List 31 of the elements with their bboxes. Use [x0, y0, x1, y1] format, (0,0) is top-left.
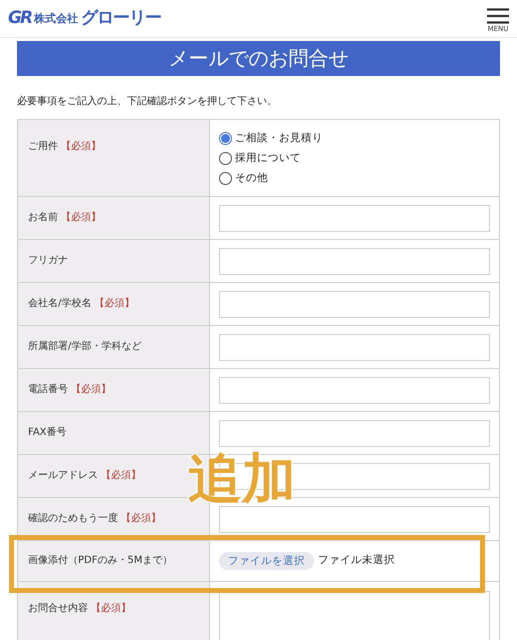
field-label: FAX番号 [28, 426, 67, 440]
radio-option[interactable]: ご相談・お見積り [219, 130, 323, 146]
input-field[interactable] [219, 248, 490, 274]
field-label: お問合せ内容 【必須】 [28, 603, 131, 614]
input-field[interactable] [219, 290, 490, 318]
field-label: お名前 【必須】 [28, 211, 101, 225]
input-field[interactable] [219, 334, 490, 360]
input-field[interactable] [219, 376, 490, 404]
company-prefix: 株式会社 [34, 13, 78, 24]
field-label: 確認のためもう一度 【必須】 [28, 512, 161, 526]
choose-file-button[interactable]: ファイルを選択 [219, 552, 314, 570]
field-label: メールアドレス 【必須】 [28, 469, 141, 483]
field-label: 所属部署/学部・学科など [28, 340, 142, 354]
textarea-field[interactable] [219, 591, 490, 640]
input-field[interactable] [219, 506, 490, 532]
radio-option[interactable]: その他 [219, 170, 268, 186]
field-label: 電話番号 【必須】 [28, 383, 111, 397]
instructions-text: 必要事項をご記入の上、下記確認ボタンを押して下さい。 [17, 95, 278, 109]
menu-icon [487, 8, 509, 24]
field-label: ご用件 【必須】 [28, 141, 101, 152]
logo-mark: GR [8, 10, 32, 27]
input-field[interactable] [219, 204, 490, 232]
annotation-text: 追加 [188, 452, 296, 506]
input-field[interactable] [219, 420, 490, 446]
radio-option[interactable]: 採用について [219, 150, 301, 166]
field-label: 会社名/学校名 【必須】 [28, 297, 134, 311]
page-title: メールでのお問合せ [17, 41, 500, 76]
company-name: グローリー [81, 10, 162, 27]
field-label: 画像添付（PDFのみ・5Mまで） [28, 554, 172, 568]
file-status: ファイル未選択 [318, 553, 395, 568]
field-label: フリガナ [28, 254, 68, 268]
